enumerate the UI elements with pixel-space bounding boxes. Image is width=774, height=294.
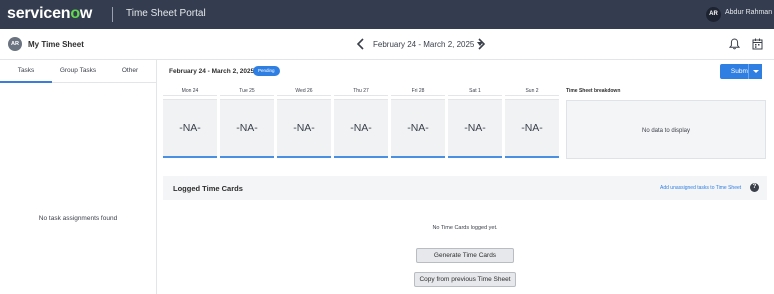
add-unassigned-tasks-link[interactable]: Add unassigned tasks to Time Sheet xyxy=(660,185,741,191)
title-divider xyxy=(112,7,113,22)
submit-menu-button[interactable] xyxy=(748,64,761,79)
day-label: Sat 1 xyxy=(448,87,502,96)
empty-tasks-message: No task assignments found xyxy=(38,215,118,222)
generate-time-cards-button[interactable]: Generate Time Cards xyxy=(416,248,514,263)
day-hours-cell[interactable]: -NA- xyxy=(391,99,445,158)
chevron-right-icon[interactable] xyxy=(476,38,486,50)
day-label: Sun 2 xyxy=(505,87,559,96)
servicenow-logo[interactable]: servicenow xyxy=(7,5,92,23)
avatar: AR xyxy=(8,37,22,51)
day-column-sat: Sat 1 -NA- xyxy=(448,87,502,158)
day-column-wed: Wed 26 -NA- xyxy=(277,87,331,158)
task-tabs: Tasks Group Tasks Other xyxy=(0,60,156,83)
day-label: Thu 27 xyxy=(334,87,388,96)
no-time-cards-message: No Time Cards logged yet. xyxy=(432,225,498,231)
bell-icon[interactable] xyxy=(729,38,740,50)
day-label: Fri 28 xyxy=(391,87,445,96)
day-label: Mon 24 xyxy=(163,87,217,96)
period-title: February 24 - March 2, 2025 xyxy=(169,68,255,75)
date-range-dropdown[interactable]: February 24 - March 2, 2025 xyxy=(373,40,484,49)
user-name[interactable]: Abdur Rahman xyxy=(725,9,772,16)
top-nav-bar: servicenow Time Sheet Portal AR Abdur Ra… xyxy=(0,0,774,29)
page-title: My Time Sheet xyxy=(28,40,84,49)
calendar-icon[interactable] xyxy=(752,38,763,50)
day-hours-cell[interactable]: -NA- xyxy=(334,99,388,158)
day-hours-cell[interactable]: -NA- xyxy=(163,99,217,158)
user-avatar[interactable]: AR xyxy=(706,7,721,22)
logged-time-cards-header: Logged Time Cards Add unassigned tasks t… xyxy=(163,176,767,200)
status-badge: Pending xyxy=(253,66,280,76)
date-range-label: February 24 - March 2, 2025 xyxy=(373,40,475,49)
active-tab-indicator xyxy=(0,81,52,83)
day-column-mon: Mon 24 -NA- xyxy=(163,87,217,158)
day-hours-cell[interactable]: -NA- xyxy=(277,99,331,158)
portal-title: Time Sheet Portal xyxy=(126,8,206,19)
day-label: Tue 25 xyxy=(220,87,274,96)
day-column-sun: Sun 2 -NA- xyxy=(505,87,559,158)
day-label: Wed 26 xyxy=(277,87,331,96)
timesheet-header: AR My Time Sheet February 24 - March 2, … xyxy=(0,29,774,60)
logged-time-cards-title: Logged Time Cards xyxy=(173,184,243,193)
day-column-tue: Tue 25 -NA- xyxy=(220,87,274,158)
copy-previous-timesheet-button[interactable]: Copy from previous Time Sheet xyxy=(414,272,516,287)
tab-group-tasks[interactable]: Group Tasks xyxy=(52,67,104,74)
help-icon[interactable]: ? xyxy=(750,183,759,192)
breakdown-title: Time Sheet breakdown xyxy=(566,88,621,94)
task-panel: Tasks Group Tasks Other No task assignme… xyxy=(0,60,157,294)
tab-other[interactable]: Other xyxy=(104,67,156,74)
day-hours-cell[interactable]: -NA- xyxy=(220,99,274,158)
breakdown-panel: No data to display xyxy=(566,100,766,159)
tab-tasks[interactable]: Tasks xyxy=(0,67,52,74)
day-column-fri: Fri 28 -NA- xyxy=(391,87,445,158)
day-column-thu: Thu 27 -NA- xyxy=(334,87,388,158)
timesheet-main: February 24 - March 2, 2025 Pending Subm… xyxy=(157,60,774,294)
chevron-left-icon[interactable] xyxy=(356,38,366,50)
day-hours-cell[interactable]: -NA- xyxy=(505,99,559,158)
day-hours-cell[interactable]: -NA- xyxy=(448,99,502,158)
breakdown-empty-message: No data to display xyxy=(641,128,691,134)
